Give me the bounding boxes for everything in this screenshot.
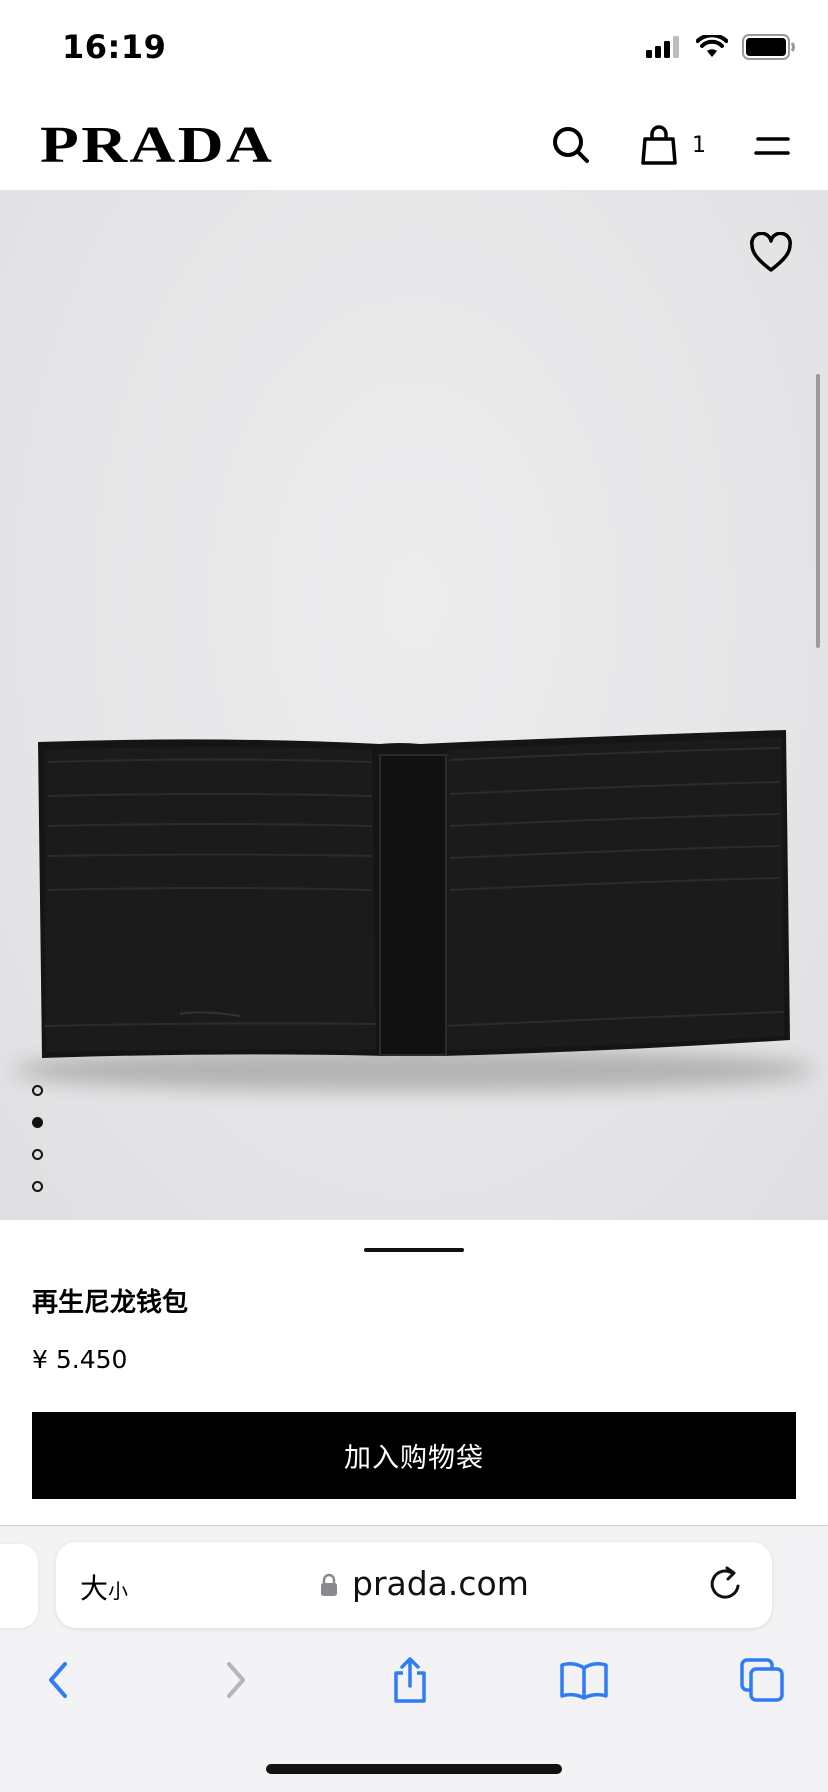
- reload-icon: [710, 1566, 740, 1599]
- url-text[interactable]: prada.com: [352, 1564, 529, 1603]
- sheet-grabber[interactable]: [364, 1248, 464, 1252]
- heart-icon: [750, 231, 792, 272]
- status-time: 16:19: [62, 28, 167, 66]
- page-scrollbar[interactable]: [816, 374, 820, 648]
- gallery-dot-2[interactable]: [32, 1117, 43, 1128]
- bookmarks-icon: [560, 1662, 608, 1700]
- gallery-dot-3[interactable]: [32, 1149, 43, 1160]
- home-indicator[interactable]: [266, 1764, 562, 1774]
- forward-icon: [227, 1662, 245, 1698]
- wifi-icon: [696, 35, 728, 57]
- add-to-bag-button[interactable]: 加入购物袋: [32, 1412, 796, 1499]
- reload-button[interactable]: [708, 1564, 748, 1604]
- text-size-small: 小: [108, 1579, 129, 1603]
- text-size-button[interactable]: 大小: [80, 1567, 128, 1607]
- back-button[interactable]: [32, 1654, 84, 1706]
- tabs-button[interactable]: [736, 1654, 788, 1706]
- previous-tab-peek[interactable]: [0, 1544, 38, 1628]
- share-icon: [394, 1657, 426, 1703]
- battery-icon: [742, 34, 795, 60]
- status-icons: [646, 34, 796, 60]
- share-button[interactable]: [384, 1654, 436, 1706]
- search-button[interactable]: [550, 124, 592, 166]
- text-size-large: 大: [80, 1572, 109, 1605]
- back-icon: [49, 1662, 67, 1698]
- product-image[interactable]: [0, 190, 828, 1220]
- bag-count: 1: [692, 132, 706, 158]
- wallet-image: [14, 730, 814, 1092]
- gallery-dot-4[interactable]: [32, 1181, 43, 1192]
- tabs-icon: [740, 1658, 784, 1702]
- favorite-button[interactable]: [748, 231, 796, 276]
- bookmarks-button[interactable]: [558, 1654, 610, 1706]
- shopping-bag-icon: [641, 125, 677, 165]
- signal-icon: [646, 36, 679, 58]
- forward-button[interactable]: [210, 1654, 262, 1706]
- menu-icon: [754, 137, 790, 155]
- search-icon: [553, 127, 589, 163]
- brand-logo[interactable]: PRADA: [40, 120, 274, 172]
- gallery-dot-1[interactable]: [32, 1085, 43, 1096]
- product-name: 再生尼龙钱包: [32, 1288, 189, 1318]
- lock-icon: [321, 1573, 337, 1596]
- menu-button[interactable]: [752, 130, 792, 162]
- product-price: ¥ 5.450: [32, 1345, 128, 1374]
- shopping-bag-button[interactable]: 1: [640, 124, 720, 166]
